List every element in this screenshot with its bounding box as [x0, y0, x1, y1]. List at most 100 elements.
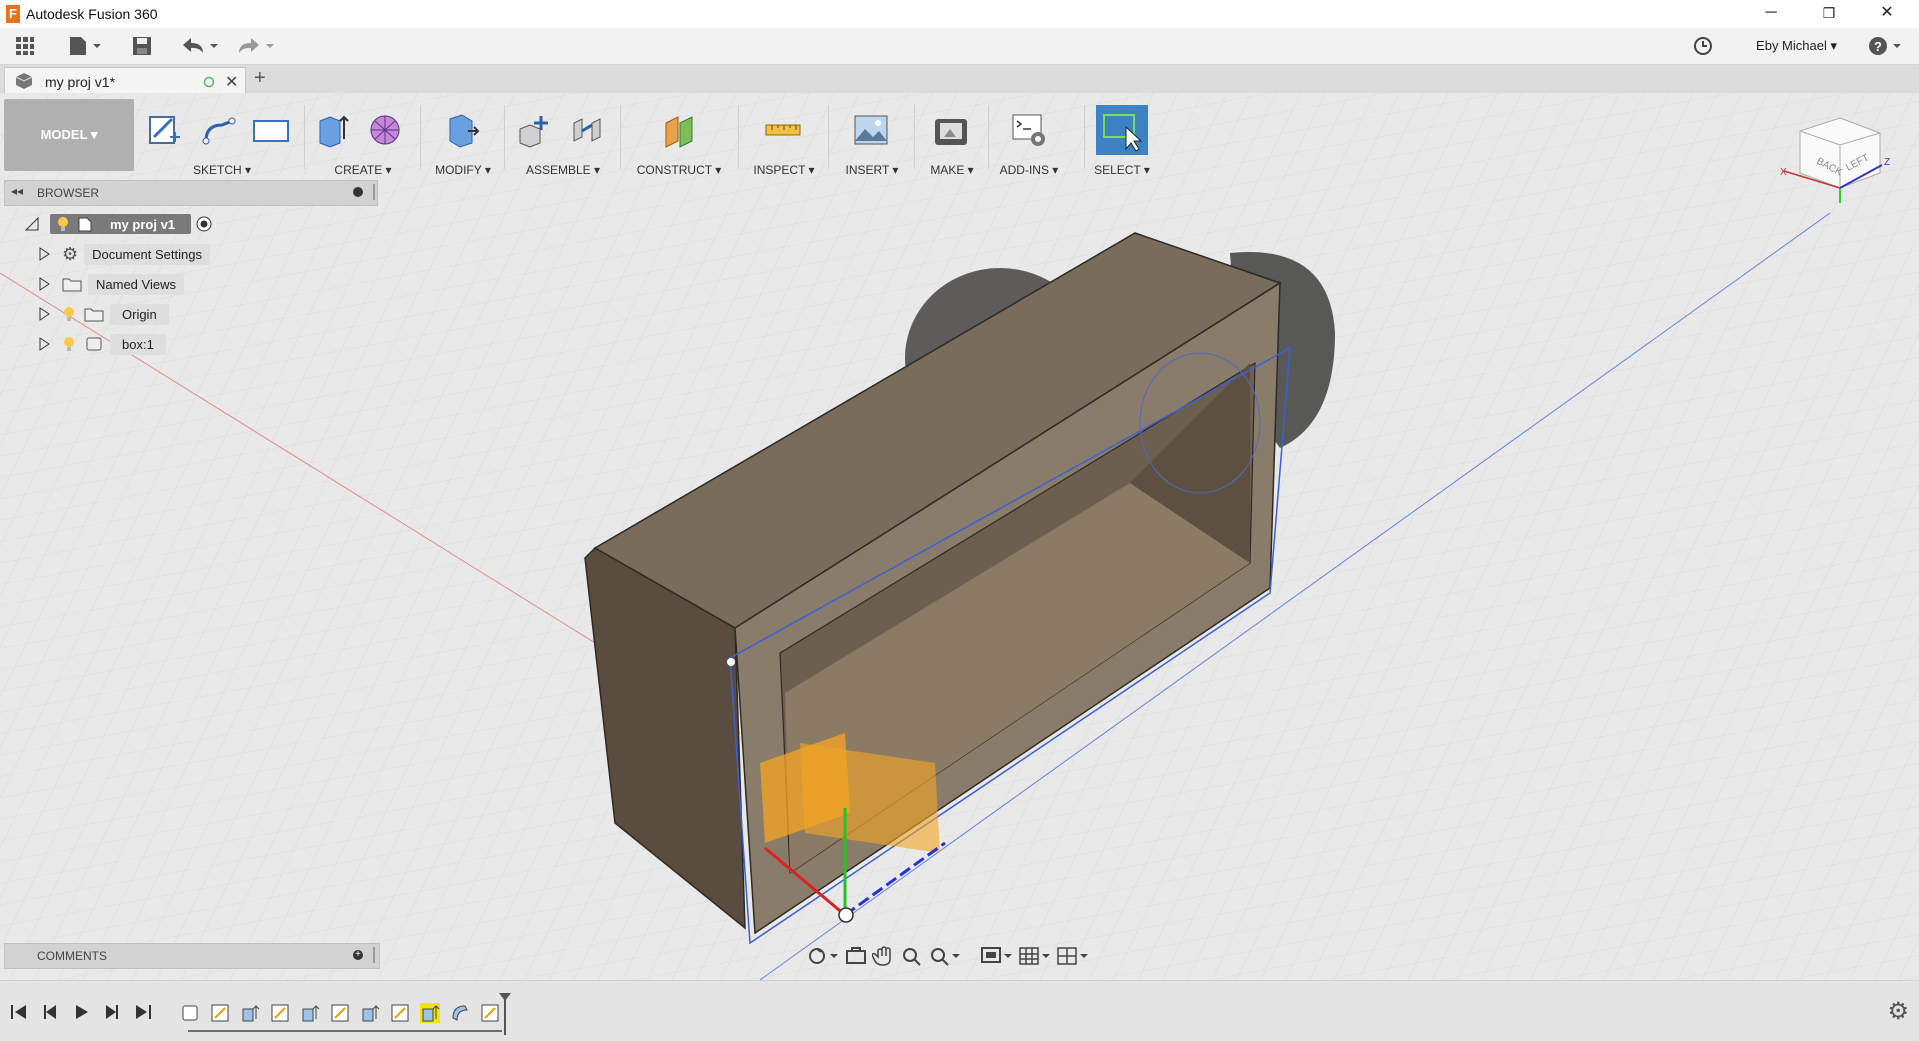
apps-grid-icon[interactable]	[12, 34, 38, 58]
press-pull-icon[interactable]	[442, 111, 480, 149]
ribbon-group-select[interactable]: SELECT ▾	[1090, 101, 1154, 177]
grid-settings-icon[interactable]	[1018, 945, 1052, 967]
ribbon-group-make[interactable]: MAKE ▾	[920, 101, 984, 177]
timeline-feature-body-icon[interactable]	[180, 1003, 200, 1023]
measure-icon[interactable]	[764, 111, 802, 149]
collapse-browser-icon[interactable]: ◂◂	[11, 184, 23, 198]
timeline-feature-extrude-icon[interactable]	[360, 1003, 380, 1023]
step-back-icon[interactable]	[40, 1001, 62, 1023]
browser-splitter[interactable]	[373, 184, 375, 200]
comments-panel[interactable]: COMMENTS +	[4, 943, 380, 969]
viewports-icon[interactable]	[1056, 945, 1090, 967]
browser-item-named-views[interactable]: Named Views	[36, 272, 184, 296]
construct-menu-label[interactable]: CONSTRUCT ▾	[626, 163, 732, 177]
ribbon-group-modify[interactable]: MODIFY ▾	[426, 101, 500, 177]
go-to-end-icon[interactable]	[132, 1001, 154, 1023]
collapse-triangle-icon[interactable]	[24, 215, 42, 233]
redo-icon[interactable]	[234, 34, 276, 58]
timeline-feature-shell-icon[interactable]	[450, 1003, 470, 1023]
browser-item-origin[interactable]: Origin	[36, 302, 169, 326]
browser-item-box[interactable]: box:1	[36, 332, 166, 356]
zoom-window-icon[interactable]	[900, 945, 924, 967]
workspace-switcher[interactable]: MODEL ▾	[4, 99, 134, 171]
save-icon[interactable]	[128, 34, 156, 58]
ribbon-group-addins[interactable]: ADD-INS ▾	[994, 101, 1064, 177]
insert-image-icon[interactable]	[852, 111, 890, 149]
help-icon[interactable]: ?	[1866, 34, 1906, 58]
ribbon-group-assemble[interactable]: ASSEMBLE ▾	[510, 101, 616, 177]
select-icon[interactable]	[1096, 105, 1148, 155]
viewcube[interactable]: BACK LEFT X Z	[1780, 113, 1900, 213]
ribbon-group-inspect[interactable]: INSPECT ▾	[744, 101, 824, 177]
offset-plane-icon[interactable]	[660, 111, 698, 149]
look-at-icon[interactable]	[844, 945, 868, 967]
add-comment-icon[interactable]: +	[353, 950, 363, 960]
expand-triangle-icon[interactable]	[36, 336, 52, 352]
user-account-menu[interactable]: Eby Michael ▾	[1756, 38, 1837, 54]
minimize-button[interactable]: ─	[1742, 0, 1800, 28]
browser-root-node[interactable]: my proj v1	[24, 212, 213, 236]
expand-triangle-icon[interactable]	[36, 246, 52, 262]
modify-menu-label[interactable]: MODIFY ▾	[426, 163, 500, 177]
job-status-clock-icon[interactable]	[1690, 34, 1716, 58]
play-icon[interactable]	[70, 1001, 92, 1023]
close-tab-icon[interactable]: ✕	[225, 72, 238, 92]
browser-minimize-icon[interactable]	[353, 187, 363, 197]
timeline-feature-sketch-icon[interactable]	[330, 1003, 350, 1023]
timeline-feature-extrude-icon[interactable]	[240, 1003, 260, 1023]
make-menu-label[interactable]: MAKE ▾	[920, 163, 984, 177]
timeline-feature-sketch-icon[interactable]	[480, 1003, 500, 1023]
assemble-menu-label[interactable]: ASSEMBLE ▾	[510, 163, 616, 177]
go-to-start-icon[interactable]	[8, 1001, 30, 1023]
timeline-settings-gear-icon[interactable]: ⚙	[1887, 997, 1909, 1025]
activate-radio-icon[interactable]	[195, 215, 213, 233]
visibility-bulb-icon[interactable]	[62, 306, 76, 322]
zoom-icon[interactable]	[928, 945, 962, 967]
joint-icon[interactable]	[568, 111, 606, 149]
visibility-bulb-icon[interactable]	[56, 216, 70, 232]
timeline-feature-extrude-icon[interactable]	[300, 1003, 320, 1023]
orbit-icon[interactable]	[806, 945, 840, 967]
canvas-scene[interactable]	[0, 93, 1919, 980]
addins-menu-label[interactable]: ADD-INS ▾	[994, 163, 1064, 177]
3d-viewport[interactable]: MODEL ▾ SKETCH ▾ CREATE ▾ MODIFY ▾ ASSEM…	[0, 93, 1919, 980]
title-bar: F Autodesk Fusion 360 ─ ❐ ✕	[0, 0, 1919, 28]
timeline-feature-sketch-icon[interactable]	[210, 1003, 230, 1023]
expand-triangle-icon[interactable]	[36, 306, 52, 322]
inspect-menu-label[interactable]: INSPECT ▾	[744, 163, 824, 177]
insert-menu-label[interactable]: INSERT ▾	[834, 163, 910, 177]
form-sculpt-icon[interactable]	[366, 111, 404, 149]
visibility-bulb-icon[interactable]	[62, 336, 76, 352]
step-forward-icon[interactable]	[100, 1001, 122, 1023]
browser-item-document-settings[interactable]: ⚙ Document Settings	[36, 242, 210, 266]
undo-icon[interactable]	[178, 34, 220, 58]
create-menu-label[interactable]: CREATE ▾	[310, 163, 416, 177]
3d-print-icon[interactable]	[932, 111, 970, 149]
ribbon-group-sketch[interactable]: SKETCH ▾	[142, 101, 302, 177]
ribbon-group-insert[interactable]: INSERT ▾	[834, 101, 910, 177]
new-component-icon[interactable]	[516, 111, 554, 149]
display-settings-icon[interactable]	[980, 945, 1014, 967]
file-menu-icon[interactable]	[64, 34, 104, 58]
timeline-feature-extrude-selected-icon[interactable]	[420, 1003, 440, 1023]
ribbon-group-create[interactable]: CREATE ▾	[310, 101, 416, 177]
comments-splitter[interactable]	[373, 947, 375, 963]
ribbon-group-construct[interactable]: CONSTRUCT ▾	[626, 101, 732, 177]
line-sketch-icon[interactable]	[200, 111, 238, 149]
rectangle-sketch-icon[interactable]	[252, 111, 290, 149]
browser-header[interactable]: ◂◂ BROWSER	[4, 180, 378, 206]
document-tab[interactable]: my proj v1* ✕	[4, 67, 246, 94]
expand-triangle-icon[interactable]	[36, 276, 52, 292]
sketch-menu-label[interactable]: SKETCH ▾	[142, 163, 302, 177]
pan-hand-icon[interactable]	[872, 945, 896, 967]
timeline-feature-sketch-icon[interactable]	[270, 1003, 290, 1023]
close-button[interactable]: ✕	[1858, 0, 1916, 28]
scripts-addins-icon[interactable]	[1010, 111, 1048, 149]
create-sketch-icon[interactable]	[146, 111, 184, 149]
extrude-icon[interactable]	[314, 111, 352, 149]
restore-button[interactable]: ❐	[1800, 0, 1858, 28]
new-tab-button[interactable]: +	[254, 67, 266, 90]
select-menu-label[interactable]: SELECT ▾	[1090, 163, 1154, 177]
timeline-marker[interactable]	[498, 993, 512, 1037]
timeline-feature-sketch-icon[interactable]	[390, 1003, 410, 1023]
